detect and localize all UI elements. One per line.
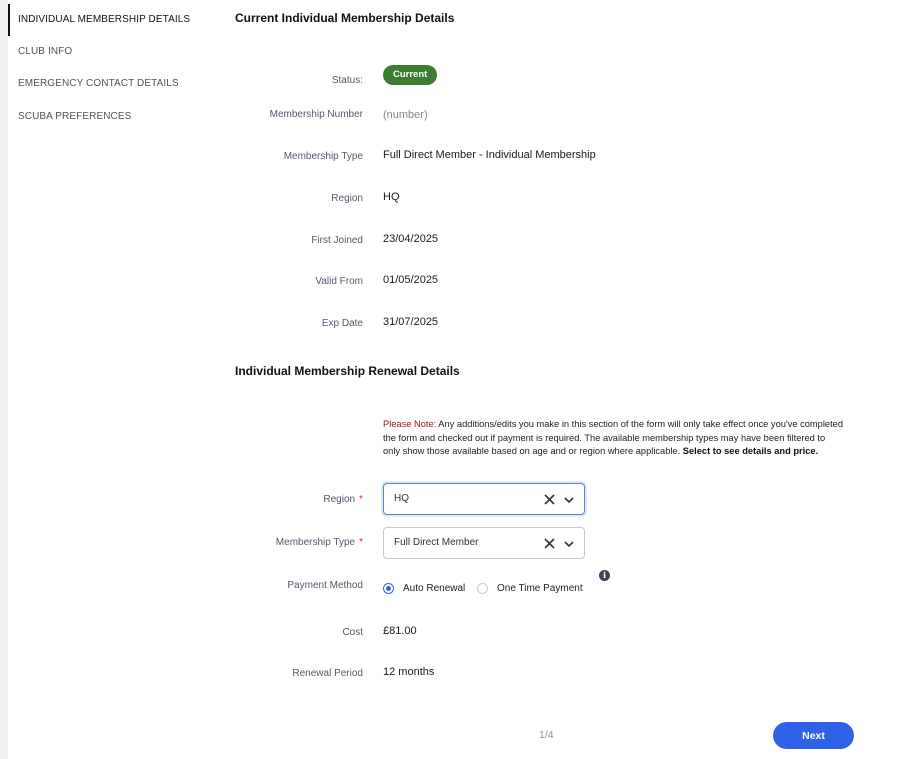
sidebar-item-individual-membership-details[interactable]: INDIVIDUAL MEMBERSHIP DETAILS [8,4,208,36]
sidebar-item-club-info[interactable]: CLUB INFO [8,36,208,68]
first-joined-value: 23/04/2025 [383,233,439,245]
required-mark: * [359,537,363,548]
note-bold: Select to see details and price. [682,446,819,456]
cost-label: Cost [342,627,363,638]
chevron-down-icon[interactable] [563,538,575,550]
one-time-payment-radio[interactable] [477,583,488,594]
sidebar-item-emergency-contact-details[interactable]: EMERGENCY CONTACT DETAILS [8,68,208,100]
required-mark: * [359,494,363,505]
clear-icon[interactable] [543,537,556,550]
valid-from-value: 01/05/2025 [383,274,439,286]
region-select-value: HQ [394,493,409,504]
valid-from-label: Valid From [315,276,363,287]
renewal-note: Please Note: Any additions/edits you mak… [383,418,843,459]
info-icon[interactable]: i [599,570,610,581]
region-select[interactable]: HQ [383,483,585,515]
note-prefix: Please Note: [383,419,437,429]
page-indicator: 1/4 [539,729,554,741]
auto-renewal-radio[interactable] [383,583,394,594]
renewal-period-value: 12 months [383,666,435,678]
status-label: Status: [331,75,363,86]
membership-type-label: Membership Type [283,151,363,162]
membership-type-select-value: Full Direct Member [394,537,479,548]
renewal-region-label: Region * [323,494,363,505]
sidebar-strip [0,0,8,759]
region-value: HQ [383,191,400,203]
clear-icon[interactable] [543,493,556,506]
next-button[interactable]: Next [773,722,854,749]
exp-date-value: 31/07/2025 [383,316,439,328]
auto-renewal-label[interactable]: Auto Renewal [403,583,465,595]
renewal-period-label: Renewal Period [292,668,363,679]
renewal-membership-type-label: Membership Type * [275,537,363,548]
current-membership-title: Current Individual Membership Details [235,11,455,25]
membership-type-select[interactable]: Full Direct Member [383,527,585,559]
cost-value: £81.00 [383,625,417,637]
first-joined-label: First Joined [311,235,363,246]
chevron-down-icon[interactable] [563,494,575,506]
membership-number-value: (number) [383,109,428,121]
payment-method-label: Payment Method [287,580,363,591]
region-label: Region [331,193,363,204]
one-time-payment-label[interactable]: One Time Payment [497,583,583,595]
membership-number-label: Membership Number [269,109,363,120]
sidebar-item-scuba-preferences[interactable]: SCUBA PREFERENCES [8,101,208,133]
exp-date-label: Exp Date [321,318,363,329]
membership-type-value: Full Direct Member - Individual Membersh… [383,149,596,161]
renewal-title: Individual Membership Renewal Details [235,364,460,378]
status-badge: Current [383,65,438,85]
